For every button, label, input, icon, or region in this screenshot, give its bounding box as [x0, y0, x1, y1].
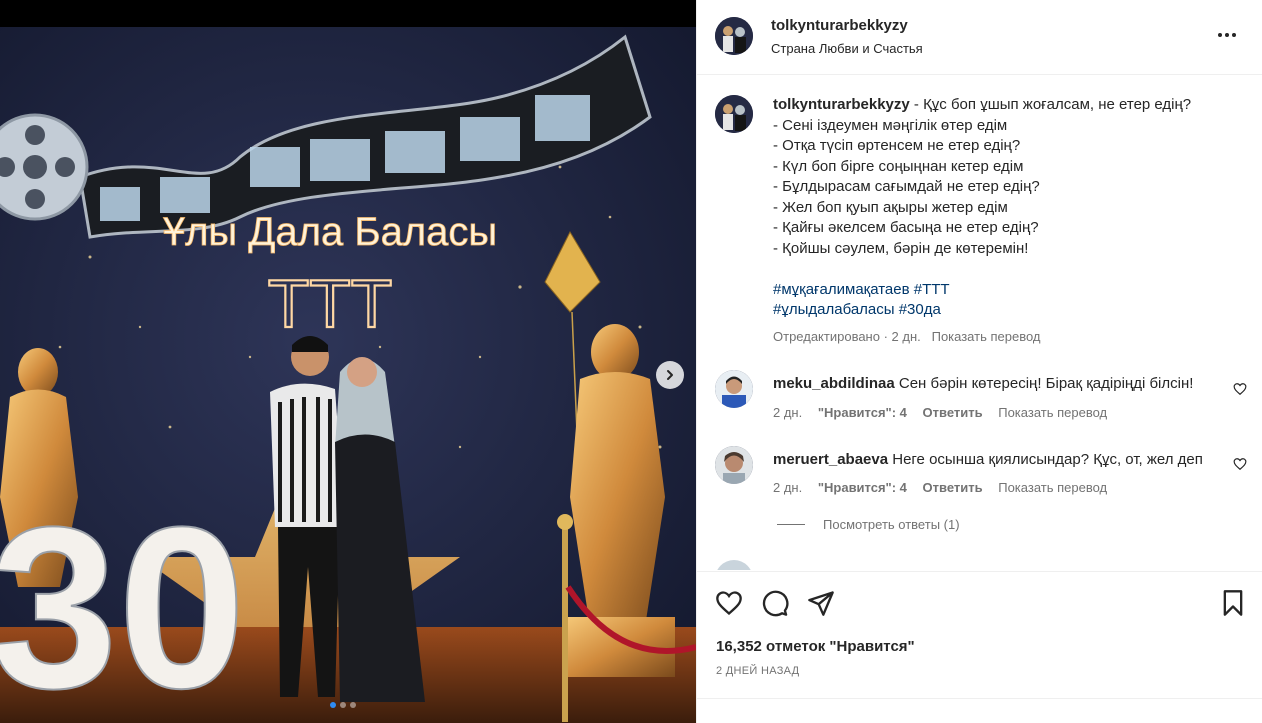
chevron-right-icon [667, 370, 673, 380]
caption-line: - Қойшы сәулем, бәрін де көтеремін! [773, 239, 1029, 257]
photo-scene: Ұлы Дала Баласы ТТТ 30 [0, 27, 696, 723]
post-side-panel: tolkynturarbekkyzy Страна Любви и Счасть… [696, 0, 1262, 723]
caption-line: - Отқа түсіп өртенсем не етер едің? [773, 137, 1021, 154]
hashtag-link[interactable]: #мұқағалимақатаев #ТТТ [773, 280, 1243, 301]
caption-translate-link[interactable]: Показать перевод [932, 329, 1041, 344]
post-photo[interactable]: Ұлы Дала Баласы ТТТ 30 [0, 0, 696, 723]
view-replies-button[interactable]: Посмотреть ответы (1) [777, 517, 960, 532]
post-date[interactable]: 2 ДНЕЙ НАЗАД [716, 665, 799, 677]
add-comment-bar[interactable] [697, 698, 1262, 723]
comment-time[interactable]: 2 дн. [773, 480, 802, 495]
comment-icon[interactable] [761, 589, 789, 617]
comment-time[interactable]: 2 дн. [773, 405, 802, 420]
post-caption: tolkynturarbekkyzy - Құс боп ұшып жоғалс… [773, 95, 1243, 321]
comments-list[interactable]: tolkynturarbekkyzy - Құс боп ұшып жоғалс… [697, 76, 1262, 570]
replies-divider [777, 524, 805, 525]
caption-line: - Жел боп қуып ақыры жетер едім [773, 198, 1008, 216]
reply-button[interactable]: Ответить [923, 480, 983, 495]
post-header: tolkynturarbekkyzy Страна Любви и Счасть… [697, 0, 1262, 75]
caption-username[interactable]: tolkynturarbekkyzy [773, 96, 910, 113]
carousel-indicator [330, 702, 356, 708]
caption-line: - Құс боп ұшып жоғалсам, не етер едің? [909, 96, 1192, 113]
avatar[interactable] [715, 560, 753, 570]
caption-line: - Сені іздеумен мәңгілік өтер едім [773, 116, 1008, 134]
heart-icon[interactable] [715, 589, 743, 617]
comment-meta: 2 дн. "Нравится": 4 Ответить Показать пе… [773, 480, 1107, 495]
comment-translate-link[interactable]: Показать перевод [998, 405, 1107, 420]
comment-likes[interactable]: "Нравится": 4 [818, 480, 907, 495]
app-window: Ұлы Дала Баласы ТТТ 30 tolkynturarbekkyz… [0, 0, 1262, 723]
carousel-dot [330, 702, 336, 708]
comment-username[interactable]: meruert_abaeva [773, 451, 888, 468]
comment-text: meruert_abaeva Неге осынша қиялисындар? … [773, 451, 1203, 468]
comment-text: meku_abdildinaa Сен бәрін көтересің! Бір… [773, 375, 1193, 392]
carousel-next-button[interactable] [656, 361, 684, 389]
comment-translate-link[interactable]: Показать перевод [998, 480, 1107, 495]
comment-body: Сен бәрін көтересің! Бірақ қадіріңді біл… [894, 375, 1194, 392]
more-options-icon[interactable] [1215, 25, 1239, 45]
comment-meta: 2 дн. "Нравится": 4 Ответить Показать пе… [773, 405, 1107, 420]
caption-line: - Бұлдырасам сағымдай не етер едің? [773, 178, 1040, 195]
caption-line: - Қайғы әкелсем басыңа не етер едің? [773, 219, 1039, 236]
photo-30-text: 30 [0, 479, 246, 723]
heart-icon[interactable] [1233, 457, 1247, 471]
avatar[interactable] [715, 370, 753, 408]
bookmark-icon[interactable] [1219, 589, 1247, 617]
caption-edited-time: Отредактировано · 2 дн. [773, 329, 921, 344]
photo-top-bar [0, 0, 696, 27]
avatar[interactable] [715, 95, 753, 133]
avatar[interactable] [715, 17, 753, 55]
comment-username[interactable]: meku_abdildinaa [773, 375, 895, 392]
likes-count[interactable]: 16,352 отметок "Нравится" [716, 638, 915, 655]
heart-icon[interactable] [1233, 382, 1247, 396]
view-replies-label: Посмотреть ответы (1) [823, 517, 960, 532]
caption-meta: Отредактировано · 2 дн. Показать перевод [773, 329, 1041, 344]
hashtag-link[interactable]: #ұлыдалабаласы #30да [773, 300, 1243, 321]
photo-sign-text: Ұлы Дала Баласы [163, 210, 497, 254]
post-location[interactable]: Страна Любви и Счастья [771, 41, 923, 56]
caption-line: - Күл боп бірге соңыңнан кетер едім [773, 157, 1024, 175]
comment-likes[interactable]: "Нравится": 4 [818, 405, 907, 420]
avatar[interactable] [715, 446, 753, 484]
reply-button[interactable]: Ответить [923, 405, 983, 420]
post-author-username[interactable]: tolkynturarbekkyzy [771, 17, 908, 34]
carousel-dot [350, 702, 356, 708]
photo-ttt-text: ТТТ [268, 266, 393, 342]
carousel-dot [340, 702, 346, 708]
comment-body: Неге осынша қиялисындар? Құс, от, жел де… [888, 451, 1203, 468]
share-icon[interactable] [807, 589, 835, 617]
post-actions: 16,352 отметок "Нравится" 2 ДНЕЙ НАЗАД [697, 571, 1262, 721]
